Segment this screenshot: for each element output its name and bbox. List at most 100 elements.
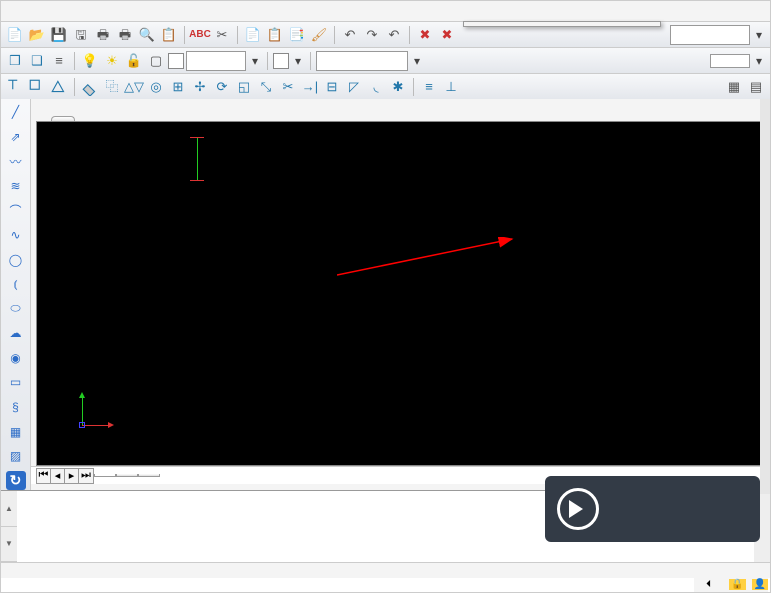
pline-tool-icon[interactable]: 〰: [6, 152, 26, 171]
canvas-wrap: ⏮ ◂ ▸ ⏭: [31, 99, 770, 490]
new-icon[interactable]: 📄: [5, 25, 25, 45]
document-tabbar: [31, 99, 770, 121]
open-icon[interactable]: 📂: [27, 25, 47, 45]
ray-tool-icon[interactable]: ⇗: [6, 128, 26, 147]
color-swatch[interactable]: [273, 53, 289, 69]
stretch-tb-icon[interactable]: ⤡: [256, 77, 276, 97]
main-area: ╱ ⇗ 〰 ≋ ⌒ ∿ ◯ ⦅ ⬭ ☁ ◉ ▭ § ▦ ▨ ↻: [1, 99, 770, 490]
cancel2-icon[interactable]: ✖: [437, 25, 457, 45]
fillet-tb-icon[interactable]: ◟: [366, 77, 386, 97]
layer-sun-icon[interactable]: ☀: [102, 51, 122, 71]
offset-tb-icon[interactable]: ◎: [146, 77, 166, 97]
watermark-logo: [545, 476, 760, 542]
copy-icon[interactable]: 📄: [243, 25, 263, 45]
linetype-input[interactable]: [316, 51, 408, 71]
status-right: ⏴ 🔒 👤: [694, 576, 768, 592]
lw-dd-icon[interactable]: ▾: [752, 51, 766, 71]
refresh-tool-icon[interactable]: ↻: [6, 471, 26, 490]
color-dd-icon[interactable]: ▾: [291, 51, 305, 71]
layermgr-icon[interactable]: ≡: [49, 51, 69, 71]
mod2-icon[interactable]: [27, 77, 47, 97]
layerstate-icon[interactable]: ❑: [27, 51, 47, 71]
undo-icon[interactable]: ↶: [340, 25, 360, 45]
gradient-tool-icon[interactable]: ▨: [6, 447, 26, 466]
cmd-up-icon[interactable]: ▲: [1, 491, 17, 527]
drawn-entity: [197, 137, 198, 181]
break-tb-icon[interactable]: ⊟: [322, 77, 342, 97]
sheet-last-icon[interactable]: ⏭: [79, 469, 93, 483]
copy-tb-icon[interactable]: ⿻: [102, 77, 122, 97]
align-tb-icon[interactable]: ≡: [419, 77, 439, 97]
cancel1-icon[interactable]: ✖: [415, 25, 435, 45]
sheet-first-icon[interactable]: ⏮: [37, 469, 51, 483]
hatch-tool-icon[interactable]: ▦: [6, 422, 26, 441]
view1-icon[interactable]: ▦: [724, 77, 744, 97]
redo-icon[interactable]: ↷: [362, 25, 382, 45]
status-y2-icon[interactable]: 👤: [752, 579, 768, 590]
find-icon[interactable]: 🔍: [137, 25, 157, 45]
ellipse-tool-icon[interactable]: ⬭: [6, 300, 26, 319]
arc-tool-icon[interactable]: ⌒: [6, 201, 26, 220]
erase-tb-icon[interactable]: [80, 77, 100, 97]
mod1-icon[interactable]: [5, 77, 25, 97]
sheet-prev-icon[interactable]: ◂: [51, 469, 65, 483]
mirror-tb-icon[interactable]: △▽: [124, 77, 144, 97]
rect-tool-icon[interactable]: ▭: [6, 373, 26, 392]
arc2-tool-icon[interactable]: ⦅: [6, 275, 26, 294]
helix-tool-icon[interactable]: §: [6, 398, 26, 417]
mod3-icon[interactable]: [49, 77, 69, 97]
array-tb-icon[interactable]: ⊞: [168, 77, 188, 97]
spellcheck-icon[interactable]: ABC: [190, 25, 210, 45]
style-select[interactable]: [670, 25, 750, 45]
line-tool-icon[interactable]: ╱: [6, 103, 26, 122]
linetype-dd-icon[interactable]: ▾: [410, 51, 424, 71]
move-tb-icon[interactable]: ✢: [190, 77, 210, 97]
scale-tb-icon[interactable]: ◱: [234, 77, 254, 97]
revcloud-tool-icon[interactable]: ☁: [6, 324, 26, 343]
print-icon[interactable]: 🖶: [93, 25, 113, 45]
play-icon: [557, 488, 599, 530]
matchprop-icon[interactable]: 🖌: [309, 25, 329, 45]
sheet-layout2[interactable]: [138, 474, 160, 477]
toolbar-layers: ❒ ❑ ≡ 💡 ☀ 🔓 ▢ ▾ ▾ ▾ ▾: [1, 47, 770, 73]
save-icon[interactable]: 💾: [49, 25, 69, 45]
view2-icon[interactable]: ▤: [746, 77, 766, 97]
cmd-down-icon[interactable]: ▼: [1, 527, 17, 563]
layer-lock-icon[interactable]: 🔓: [124, 51, 144, 71]
status-y1-icon[interactable]: 🔒: [729, 579, 745, 590]
menubar: [1, 1, 770, 21]
toolbar-modify: ⿻ △▽ ◎ ⊞ ✢ ⟳ ◱ ⤡ ✂ →| ⊟ ◸ ◟ ✱ ≡ ⊥ ▦ ▤: [1, 73, 770, 99]
sheet-next-icon[interactable]: ▸: [65, 469, 79, 483]
style-dd-icon[interactable]: ▾: [752, 25, 766, 45]
circle-tool-icon[interactable]: ◯: [6, 250, 26, 269]
layer-bulb-icon[interactable]: 💡: [80, 51, 100, 71]
trim-tb-icon[interactable]: ✂: [278, 77, 298, 97]
left-toolbox: ╱ ⇗ 〰 ≋ ⌒ ∿ ◯ ⦅ ⬭ ☁ ◉ ▭ § ▦ ▨ ↻: [1, 99, 31, 490]
explode-tb-icon[interactable]: ✱: [388, 77, 408, 97]
cut-icon[interactable]: ✂: [212, 25, 232, 45]
lineweight-preview[interactable]: [710, 54, 750, 68]
rotate-tb-icon[interactable]: ⟳: [212, 77, 232, 97]
mline-tool-icon[interactable]: ≋: [6, 177, 26, 196]
dim-tb-icon[interactable]: ⊥: [441, 77, 461, 97]
modify-menu-dropdown: [463, 21, 661, 27]
saveall-icon[interactable]: 🖫: [71, 25, 91, 45]
paste-icon[interactable]: 📋: [265, 25, 285, 45]
layerprops-icon[interactable]: ❒: [5, 51, 25, 71]
sheet-model[interactable]: [94, 474, 116, 477]
extend-tb-icon[interactable]: →|: [300, 77, 320, 97]
donut-tool-icon[interactable]: ◉: [6, 349, 26, 368]
layer-plot-icon[interactable]: ▢: [146, 51, 166, 71]
status-sep: ⏴: [704, 579, 713, 590]
layer-name-input[interactable]: [186, 51, 246, 71]
layer-dd-icon[interactable]: ▾: [248, 51, 262, 71]
chamfer-tb-icon[interactable]: ◸: [344, 77, 364, 97]
drawing-canvas[interactable]: [36, 121, 765, 466]
layer-color-swatch[interactable]: [168, 53, 184, 69]
undo2-icon[interactable]: ↶: [384, 25, 404, 45]
sheet-layout1[interactable]: [116, 474, 138, 477]
printpreview-icon[interactable]: 🖶: [115, 25, 135, 45]
spline-tool-icon[interactable]: ∿: [6, 226, 26, 245]
copyprop-icon[interactable]: 📑: [287, 25, 307, 45]
copydoc-icon[interactable]: 📋: [159, 25, 179, 45]
